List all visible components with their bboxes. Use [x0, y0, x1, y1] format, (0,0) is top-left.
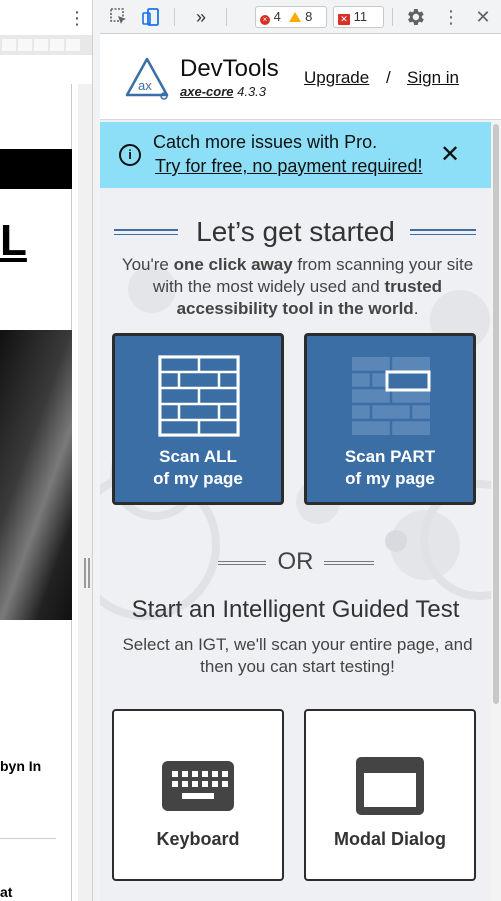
axe-main-panel: i Catch more issues with Pro. Try for fr… [100, 120, 501, 901]
devtools-toolbar: » × 4 8 ✕ 11 ⋮ ✕ [100, 0, 501, 34]
toolbar-separator [392, 8, 393, 26]
scan-all-button[interactable]: Scan ALL of my page [112, 333, 284, 505]
scan-part-button[interactable]: Scan PART of my page [304, 333, 476, 505]
igt-keyboard-label: Keyboard [156, 829, 240, 849]
resize-grip-icon[interactable] [84, 558, 90, 588]
settings-gear-icon[interactable] [404, 6, 426, 28]
igt-description: Select an IGT, we'll scan your entire pa… [122, 635, 473, 676]
page-scrollbar[interactable] [78, 84, 92, 901]
promo-banner: i Catch more issues with Pro. Try for fr… [100, 122, 491, 188]
modal-dialog-icon [356, 757, 424, 815]
close-devtools-icon[interactable]: ✕ [472, 6, 494, 28]
keyboard-icon [162, 761, 234, 811]
devtools-resize-divider[interactable] [84, 0, 100, 901]
warning-icon [289, 12, 302, 22]
igt-heading: Start an Intelligent Guided Test [131, 596, 460, 623]
scan-part-label-line: of my page [345, 469, 435, 488]
partial-page-wall-icon [352, 357, 431, 435]
igt-modal-dialog-label: Modal Dialog [334, 829, 446, 849]
page-divider [0, 838, 56, 839]
promo-trial-link[interactable]: Try for free, no payment required! [155, 156, 422, 177]
inspected-page: ⋮ L byn In at [0, 0, 92, 901]
full-page-wall-icon [158, 355, 240, 437]
toolbar-separator [174, 8, 175, 26]
panel-scrollbar[interactable] [491, 120, 501, 901]
heading-rule-right [410, 229, 476, 235]
scan-part-label: Scan PART of my page [307, 446, 473, 490]
page-black-banner [0, 149, 72, 189]
upgrade-link[interactable]: Upgrade [304, 68, 369, 88]
get-started-heading-row: Let’s get started [100, 216, 491, 250]
igt-keyboard-button[interactable]: Keyboard [112, 709, 284, 881]
scan-part-label-line: Scan PART [344, 447, 436, 466]
devtools-panel: » × 4 8 ✕ 11 ⋮ ✕ ax DevTools axe-core 4.… [100, 0, 501, 901]
toolbar-separator [226, 8, 227, 26]
intro-bold-text: one click away [173, 255, 293, 274]
promo-title: Catch more issues with Pro. [153, 132, 378, 152]
link-separator: / [386, 68, 391, 87]
error-count: 4 [273, 9, 281, 24]
issue-count: 11 [353, 9, 368, 24]
or-divider: OR [100, 548, 491, 578]
scan-all-label-line: of my page [153, 469, 243, 488]
igt-modal-dialog-button[interactable]: Modal Dialog [304, 709, 476, 881]
get-started-intro: You're one click away from scanning your… [110, 254, 485, 320]
customize-menu-icon[interactable]: ⋮ [440, 6, 462, 28]
axe-core-version: axe-core 4.3.3 [180, 84, 266, 99]
scan-all-label-line: Scan ALL [159, 447, 237, 466]
page-text-fragment: at [0, 884, 13, 900]
axe-core-link[interactable]: axe-core [180, 84, 233, 99]
axe-header: ax DevTools axe-core 4.3.3 Upgrade / Sig… [100, 34, 501, 120]
error-icon: × [260, 15, 270, 25]
intro-text: . [413, 299, 419, 318]
scan-all-label: Scan ALL of my page [115, 446, 281, 490]
close-icon[interactable]: ✕ [440, 142, 460, 168]
errors-warnings-badge[interactable]: × 4 8 [255, 6, 327, 28]
warning-count: 8 [305, 9, 313, 24]
inspect-element-icon[interactable] [108, 6, 130, 28]
axe-title: DevTools [180, 55, 279, 82]
more-tabs-icon[interactable]: » [190, 6, 212, 28]
info-icon: i [119, 144, 141, 166]
page-hero-image [0, 330, 72, 620]
or-rule-right [324, 561, 374, 565]
page-heading-fragment[interactable]: L [0, 216, 27, 266]
issues-badge[interactable]: ✕ 11 [333, 6, 384, 28]
sign-in-link[interactable]: Sign in [407, 68, 459, 88]
panel-scrollbar-thumb[interactable] [493, 124, 499, 704]
page-tab-strip [0, 35, 92, 55]
or-text: OR [277, 548, 314, 575]
page-kebab-menu-icon[interactable]: ⋮ [68, 8, 86, 28]
axe-logo-text: ax [138, 78, 152, 93]
axe-logo-icon: ax [125, 57, 169, 100]
issues-icon: ✕ [338, 14, 350, 25]
version-number: 4.3.3 [237, 84, 267, 99]
intro-text: You're [121, 255, 174, 274]
page-caption-fragment[interactable]: byn In [0, 758, 41, 774]
device-toolbar-icon[interactable] [140, 6, 162, 28]
